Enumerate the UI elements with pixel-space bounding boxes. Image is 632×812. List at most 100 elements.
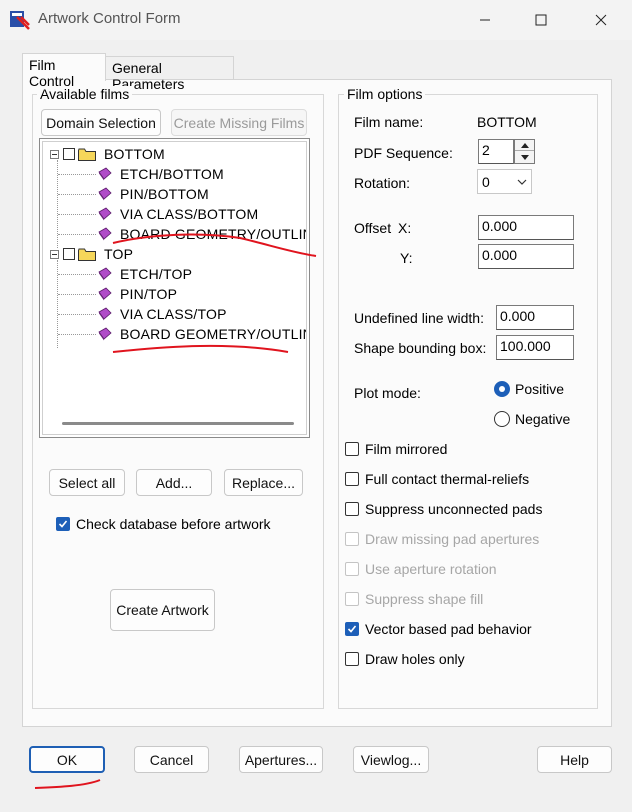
add-button[interactable]: Add...	[136, 469, 212, 496]
create-artwork-button[interactable]: Create Artwork	[110, 589, 215, 631]
tree-item-label: ETCH/BOTTOM	[120, 166, 224, 182]
film-icon	[98, 287, 112, 301]
suppress-shape-fill-checkbox[interactable]	[345, 592, 359, 606]
negative-radio[interactable]	[494, 411, 510, 427]
tab-film-control[interactable]: Film Control	[22, 53, 106, 89]
vector-based-pad-behavior-checkbox[interactable]	[345, 622, 359, 636]
tree-film-item[interactable]: BOARD GEOMETRY/OUTLINE	[58, 224, 307, 244]
undefined-line-width-input[interactable]: 0.000	[496, 305, 574, 330]
viewlog-button[interactable]: Viewlog...	[353, 746, 429, 773]
suppress-unconnected-pads-checkbox[interactable]	[345, 502, 359, 516]
tree-film-item[interactable]: PIN/BOTTOM	[58, 184, 209, 204]
use-aperture-rotation-label: Use aperture rotation	[365, 561, 497, 577]
draw-missing-pad-apertures-row[interactable]: Draw missing pad apertures	[345, 531, 539, 547]
film-icon	[98, 207, 112, 221]
tree-item-label: BOARD GEOMETRY/OUTLINE	[120, 326, 307, 342]
tree-film-item[interactable]: VIA CLASS/TOP	[58, 304, 227, 324]
spin-down-icon[interactable]	[515, 152, 534, 163]
artwork-app-icon	[10, 11, 30, 30]
draw-holes-only-row[interactable]: Draw holes only	[345, 651, 465, 667]
tree-connector-line	[58, 234, 96, 235]
use-aperture-rotation-row[interactable]: Use aperture rotation	[345, 561, 497, 577]
shape-bounding-box-input[interactable]: 100.000	[496, 335, 574, 360]
shape-bounding-box-label: Shape bounding box:	[354, 340, 487, 356]
suppress-shape-fill-row[interactable]: Suppress shape fill	[345, 591, 483, 607]
check-database-checkbox[interactable]	[56, 517, 70, 531]
plot-mode-negative[interactable]: Negative	[494, 411, 570, 427]
rotation-label: Rotation:	[354, 175, 411, 191]
maximize-icon[interactable]	[518, 0, 564, 40]
pdf-sequence-input[interactable]: 2	[478, 139, 514, 164]
checkmark-icon	[58, 520, 68, 528]
tree-checkbox[interactable]	[63, 248, 75, 260]
suppress-unconnected-pads-row[interactable]: Suppress unconnected pads	[345, 501, 542, 517]
film-name-value: BOTTOM	[477, 114, 537, 130]
select-all-button[interactable]: Select all	[49, 469, 125, 496]
ok-button[interactable]: OK	[29, 746, 105, 773]
film-name-label: Film name:	[354, 114, 424, 130]
film-icon	[98, 227, 112, 241]
tree-connector-line	[58, 334, 96, 335]
help-button[interactable]: Help	[537, 746, 612, 773]
film-mirrored-row[interactable]: Film mirrored	[345, 441, 447, 457]
tree-item-label: ETCH/TOP	[120, 266, 193, 282]
vector-based-pad-behavior-label: Vector based pad behavior	[365, 621, 532, 637]
full-contact-thermal-reliefs-label: Full contact thermal-reliefs	[365, 471, 530, 487]
film-mirrored-checkbox[interactable]	[345, 442, 359, 456]
plot-mode-positive[interactable]: Positive	[494, 381, 564, 397]
collapse-icon[interactable]	[50, 149, 59, 159]
tree-item-label: VIA CLASS/TOP	[120, 306, 227, 322]
full-contact-thermal-reliefs-row[interactable]: Full contact thermal-reliefs	[345, 471, 529, 487]
tree-folder-item[interactable]: BOTTOM	[50, 144, 165, 164]
tree-item-label: BOARD GEOMETRY/OUTLINE	[120, 226, 307, 242]
offset-y-input[interactable]: 0.000	[478, 244, 574, 269]
check-database-row[interactable]: Check database before artwork	[56, 516, 271, 532]
offset-x-label: X:	[398, 220, 412, 236]
films-tree[interactable]: BOTTOM ETCH/BOTTOM PIN/BOTTOM VIA CLASS/BOT…	[39, 138, 310, 438]
positive-radio[interactable]	[494, 381, 510, 397]
draw-holes-only-checkbox[interactable]	[345, 652, 359, 666]
tree-item-label: BOTTOM	[104, 146, 165, 162]
tree-folder-item[interactable]: TOP	[50, 244, 133, 264]
apertures-button[interactable]: Apertures...	[239, 746, 323, 773]
cancel-button[interactable]: Cancel	[134, 746, 209, 773]
tree-item-label: TOP	[104, 246, 134, 262]
full-contact-thermal-reliefs-checkbox[interactable]	[345, 472, 359, 486]
checkmark-icon	[347, 625, 357, 633]
rotation-select[interactable]: 0	[477, 169, 532, 194]
positive-label: Positive	[515, 381, 565, 397]
pdf-sequence-label: PDF Sequence:	[354, 145, 453, 161]
film-icon	[98, 167, 112, 181]
replace-button[interactable]: Replace...	[224, 469, 303, 496]
tree-item-label: PIN/TOP	[120, 286, 178, 302]
create-missing-films-button[interactable]: Create Missing Films	[171, 109, 307, 136]
tree-film-item[interactable]: BOARD GEOMETRY/OUTLINE	[58, 324, 307, 344]
window-title: Artwork Control Form	[38, 10, 181, 27]
undefined-line-width-label: Undefined line width:	[354, 310, 484, 326]
film-icon	[98, 267, 112, 281]
domain-selection-button[interactable]: Domain Selection	[41, 109, 161, 136]
offset-label: Offset	[354, 220, 392, 236]
film-icon	[98, 307, 112, 321]
collapse-icon[interactable]	[50, 249, 59, 259]
tree-film-item[interactable]: ETCH/TOP	[58, 264, 193, 284]
tree-film-item[interactable]: ETCH/BOTTOM	[58, 164, 224, 184]
use-aperture-rotation-checkbox[interactable]	[345, 562, 359, 576]
minimize-icon[interactable]	[462, 0, 508, 40]
tree-film-item[interactable]: VIA CLASS/BOTTOM	[58, 204, 258, 224]
offset-x-input[interactable]: 0.000	[478, 215, 574, 240]
close-icon[interactable]	[578, 0, 624, 40]
tree-checkbox[interactable]	[63, 148, 75, 160]
offset-y-label: Y:	[400, 250, 413, 266]
horizontal-scrollbar[interactable]	[62, 422, 294, 425]
tree-connector-line	[58, 294, 96, 295]
tree-connector-line	[58, 274, 96, 275]
pdf-sequence-spinner[interactable]	[514, 139, 535, 164]
vector-based-pad-behavior-row[interactable]: Vector based pad behavior	[345, 621, 532, 637]
tree-film-item[interactable]: PIN/TOP	[58, 284, 178, 304]
draw-missing-pad-apertures-checkbox[interactable]	[345, 532, 359, 546]
tab-general-parameters[interactable]: General Parameters	[106, 56, 234, 92]
annotation-underline-ok	[34, 779, 101, 789]
check-database-label: Check database before artwork	[76, 516, 271, 532]
spin-up-icon[interactable]	[515, 140, 534, 151]
